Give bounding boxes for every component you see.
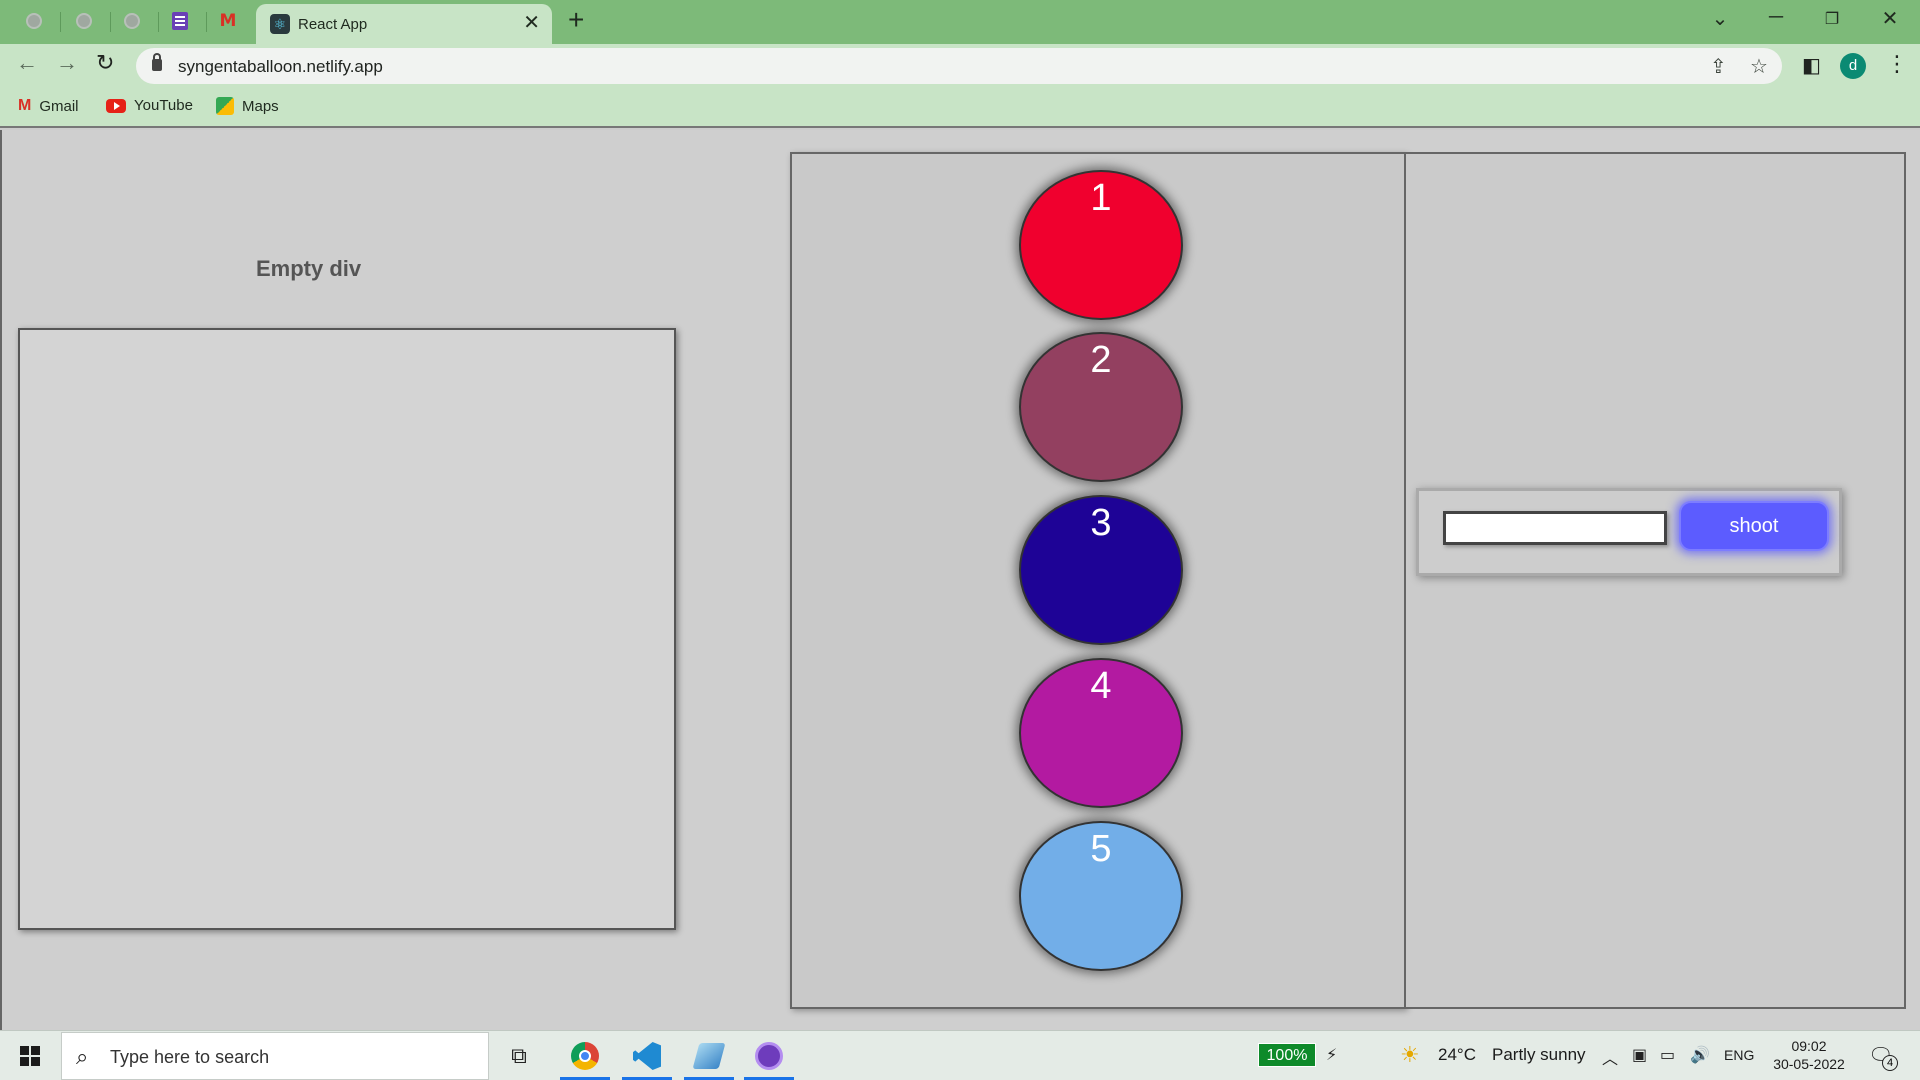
pinned-tab-2[interactable] — [72, 9, 96, 33]
chevron-up-icon[interactable]: ︿ — [1602, 1045, 1618, 1069]
weather-icon[interactable]: ☀ — [1400, 1042, 1420, 1068]
pinned-tab-1[interactable] — [22, 9, 46, 33]
weather-description[interactable]: Partly sunny — [1492, 1045, 1586, 1065]
bookmarks-bar: M Gmail YouTube Maps — [0, 88, 1920, 128]
tab-separator — [60, 12, 61, 32]
balloon-number: 4 — [1090, 665, 1112, 707]
maps-icon — [216, 97, 234, 115]
balloon-2[interactable]: 2 — [1019, 332, 1183, 482]
browser-toolbar: ← → ↻ syngentaballoon.netlify.app ⇪ ☆ ◧ … — [0, 44, 1920, 88]
reload-icon[interactable]: ↻ — [96, 52, 114, 74]
taskbar-github-desktop[interactable] — [744, 1037, 794, 1080]
plug-icon: ⚡ — [1326, 1047, 1338, 1064]
profile-avatar[interactable]: d — [1840, 53, 1866, 79]
lock-icon[interactable] — [152, 53, 162, 71]
bookmark-star-icon[interactable]: ☆ — [1750, 54, 1768, 79]
forward-arrow-icon[interactable]: → — [56, 52, 78, 74]
weather-temperature[interactable]: 24°C — [1438, 1045, 1476, 1065]
share-icon[interactable]: ⇪ — [1710, 54, 1727, 79]
taskbar: ⌕ Type here to search ⧉ 100% ⚡ ☀ 24°C Pa… — [0, 1030, 1920, 1080]
new-tab-button[interactable]: + — [568, 6, 584, 34]
clock-date: 30-05-2022 — [1773, 1056, 1845, 1072]
chrome-icon — [571, 1042, 599, 1070]
windows-start-icon[interactable] — [20, 1046, 40, 1066]
tab-separator — [206, 12, 207, 32]
battery-percent-badge[interactable]: 100% — [1258, 1043, 1316, 1067]
app-icon — [692, 1043, 726, 1069]
search-placeholder: Type here to search — [110, 1047, 270, 1067]
bookmark-label: YouTube — [134, 97, 193, 114]
bookmark-label: Maps — [242, 97, 279, 115]
tab-strip: M ⚛ React App ✕ + ⌄ ─ ❐ ✕ — [0, 0, 1920, 46]
forms-icon — [172, 12, 188, 30]
meet-now-icon[interactable]: ▣ — [1632, 1045, 1647, 1065]
bookmark-youtube[interactable]: YouTube — [106, 97, 193, 114]
balloon-panel: 1 2 3 4 5 — [790, 152, 1406, 1009]
balloon-number-input[interactable] — [1443, 511, 1667, 545]
tab-react-app[interactable]: ⚛ React App ✕ — [256, 4, 552, 46]
balloon-5[interactable]: 5 — [1019, 821, 1183, 971]
balloon-number: 5 — [1090, 828, 1112, 870]
gmail-icon: M — [219, 10, 237, 31]
clock[interactable]: 09:02 30-05-2022 — [1764, 1037, 1854, 1073]
pinned-tab-5[interactable]: M — [216, 9, 240, 33]
close-window-button[interactable]: ✕ — [1870, 6, 1910, 31]
vscode-icon — [633, 1042, 661, 1070]
bookmark-gmail[interactable]: M Gmail — [18, 97, 79, 115]
tab-search-chevron-icon[interactable]: ⌄ — [1700, 6, 1740, 31]
empty-div-heading: Empty div — [256, 256, 362, 281]
balloon-1[interactable]: 1 — [1019, 170, 1183, 320]
globe-icon — [26, 13, 42, 29]
address-bar[interactable]: syngentaballoon.netlify.app ⇪ ☆ — [136, 48, 1782, 84]
tab-title: React App — [298, 16, 368, 33]
task-view-icon[interactable]: ⧉ — [500, 1037, 538, 1075]
taskbar-app[interactable] — [684, 1037, 734, 1080]
balloon-number: 2 — [1090, 339, 1112, 381]
pinned-tab-3[interactable] — [120, 9, 144, 33]
shoot-form: shoot — [1416, 488, 1842, 576]
restore-button[interactable]: ❐ — [1812, 9, 1852, 29]
balloon-number: 1 — [1090, 177, 1112, 219]
balloon-3[interactable]: 3 — [1019, 495, 1183, 645]
balloon-4[interactable]: 4 — [1019, 658, 1183, 808]
notification-count-badge: 4 — [1882, 1055, 1898, 1071]
clock-time: 09:02 — [1791, 1038, 1827, 1054]
youtube-icon — [106, 98, 126, 113]
more-menu-icon[interactable]: ⋮ — [1886, 51, 1908, 77]
globe-icon — [76, 13, 92, 29]
tab-separator — [158, 12, 159, 32]
taskbar-chrome[interactable] — [560, 1037, 610, 1080]
taskbar-search[interactable]: ⌕ Type here to search — [61, 1032, 489, 1080]
battery-icon[interactable]: ▭ — [1660, 1045, 1675, 1065]
page-content: Empty div 1 2 3 4 5 shoot — [0, 130, 1920, 1030]
language-indicator[interactable]: ENG — [1724, 1047, 1754, 1063]
tab-separator — [110, 12, 111, 32]
pinned-tab-4[interactable] — [168, 9, 192, 33]
bookmark-maps[interactable]: Maps — [216, 97, 279, 115]
shoot-button[interactable]: shoot — [1679, 501, 1829, 551]
side-panel-icon[interactable]: ◧ — [1802, 53, 1821, 78]
gmail-icon: M — [18, 97, 32, 114]
github-desktop-icon — [755, 1042, 783, 1070]
url-text[interactable]: syngentaballoon.netlify.app — [178, 57, 383, 77]
bookmark-label: Gmail — [39, 97, 79, 115]
search-icon: ⌕ — [76, 1044, 89, 1069]
back-arrow-icon[interactable]: ← — [16, 52, 38, 74]
react-icon: ⚛ — [270, 14, 290, 34]
minimize-button[interactable]: ─ — [1756, 6, 1796, 29]
globe-icon — [124, 13, 140, 29]
balloon-number: 3 — [1090, 502, 1112, 544]
control-panel: shoot — [1406, 152, 1906, 1009]
empty-div-box — [18, 328, 676, 930]
volume-icon[interactable]: 🔊 — [1690, 1045, 1710, 1065]
close-tab-icon[interactable]: ✕ — [523, 13, 540, 33]
taskbar-vscode[interactable] — [622, 1037, 672, 1080]
